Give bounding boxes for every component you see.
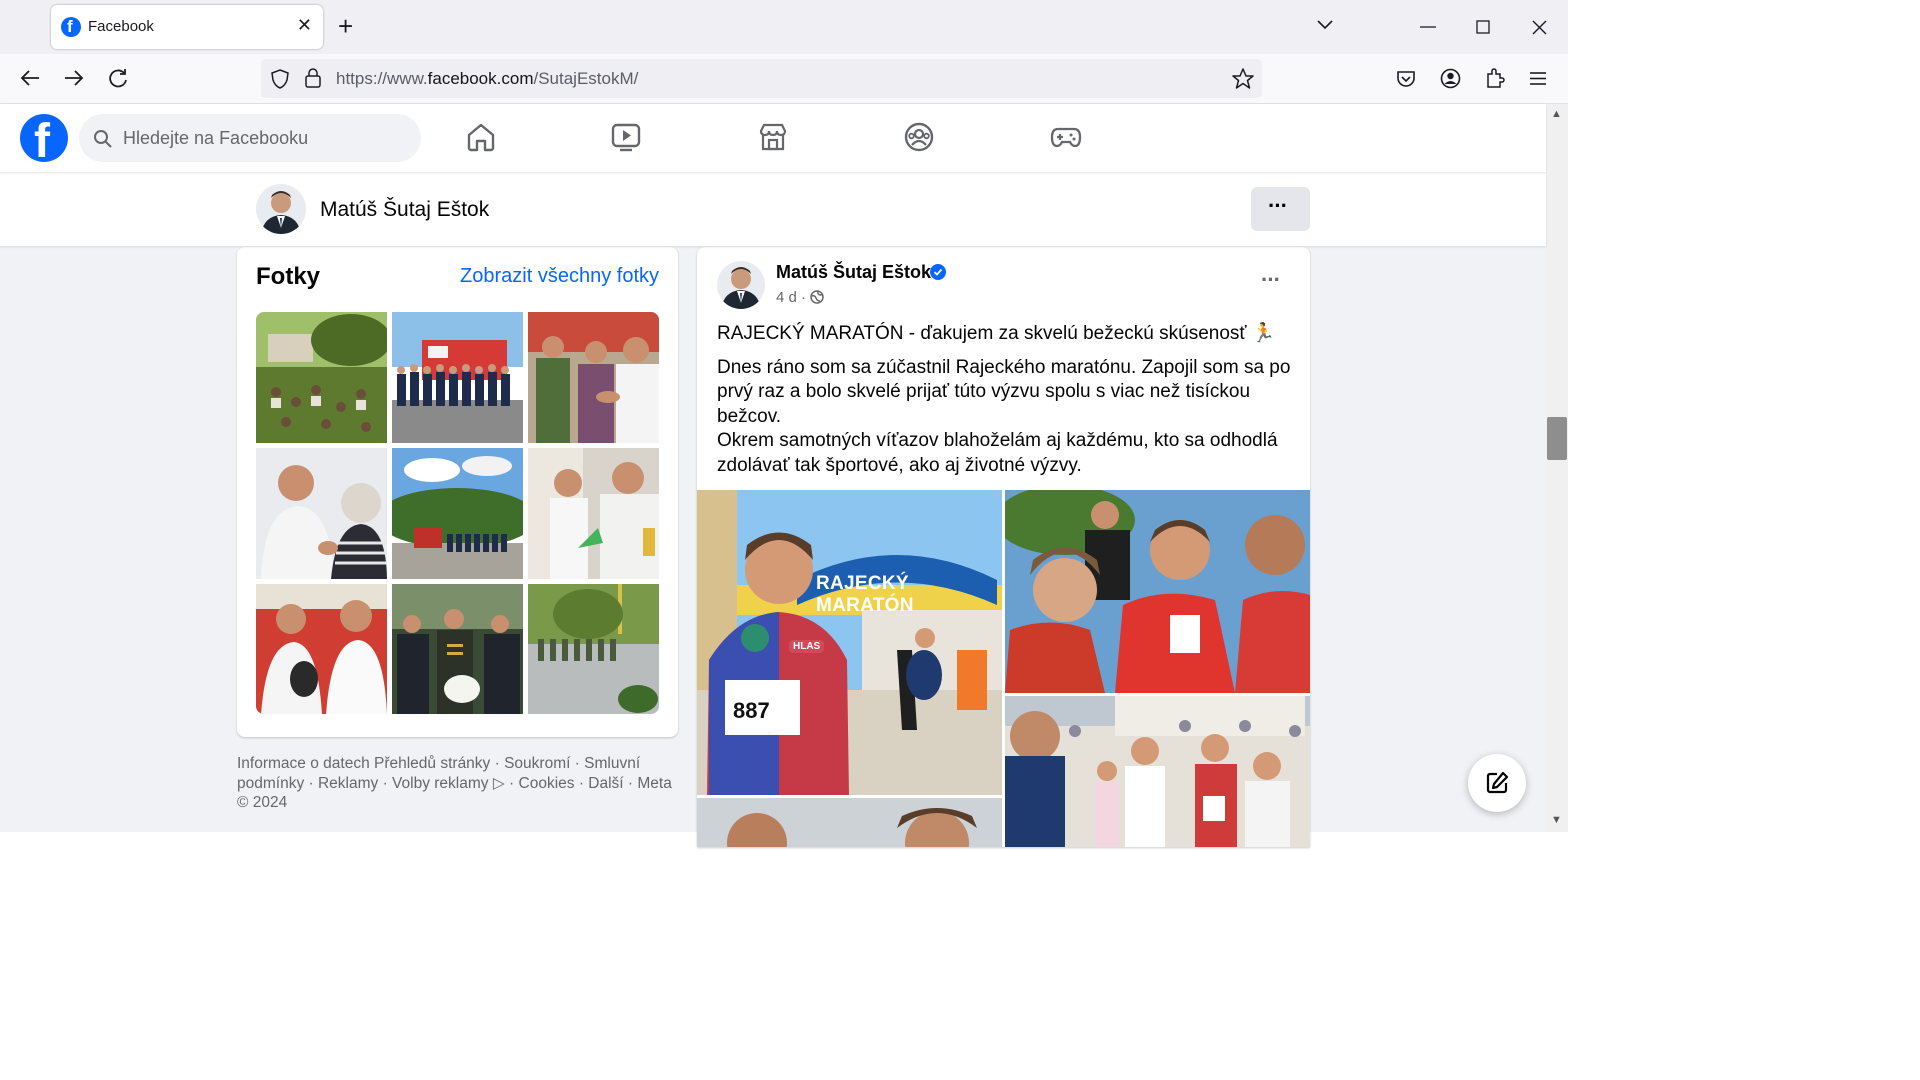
account-icon[interactable] [1440, 68, 1461, 89]
window-close-icon[interactable] [1532, 20, 1547, 35]
menu-icon[interactable] [1529, 71, 1547, 86]
browser-tab[interactable]: f Facebook ✕ [51, 5, 323, 49]
facebook-logo-icon[interactable]: f [20, 114, 68, 168]
post-title-line: RAJECKÝ MARATÓN - ďakujem za skvelú beže… [717, 323, 1276, 344]
post-paragraph: Okrem samotných víťazov blahoželám aj ka… [717, 430, 1278, 476]
minimize-icon[interactable] [1420, 26, 1436, 28]
gaming-icon[interactable] [1050, 122, 1082, 152]
post-more-button[interactable]: ··· [1261, 267, 1281, 293]
bib-number: 887 [733, 698, 770, 723]
search-input[interactable] [123, 114, 413, 162]
tracking-shield-icon[interactable] [271, 69, 289, 89]
back-icon[interactable] [20, 69, 40, 87]
search-box[interactable] [79, 114, 421, 162]
url-text[interactable]: https://www.facebook.com/SutajEstokM/ [336, 69, 638, 89]
photo-thumbnail[interactable] [256, 448, 387, 579]
post-photo[interactable]: RAJECKÝ MARATÓN HLAS 887 [697, 490, 1002, 795]
page-title[interactable]: Matúš Šutaj Eštok [320, 198, 489, 222]
address-bar[interactable]: https://www.facebook.com/SutajEstokM/ [261, 59, 1262, 98]
post-text: RAJECKÝ MARATÓN - ďakujem za skvelú beže… [717, 322, 1297, 478]
bookmark-star-icon[interactable] [1232, 68, 1254, 89]
groups-icon[interactable] [904, 122, 934, 152]
video-icon[interactable] [611, 122, 641, 152]
photo-thumbnail[interactable] [256, 584, 387, 714]
search-icon [94, 130, 112, 148]
forward-icon[interactable] [64, 69, 84, 87]
photo-thumbnail[interactable] [392, 448, 523, 579]
race-banner-text: RAJECKÝ MARATÓN [816, 573, 914, 616]
photo-thumbnail[interactable] [528, 312, 659, 443]
photo-grid [256, 312, 659, 714]
post-timestamp[interactable]: 4 d · [776, 289, 824, 306]
lock-icon[interactable] [305, 68, 321, 88]
avatar[interactable] [256, 184, 306, 234]
browser-tab-bar: f Facebook ✕ + [0, 0, 1568, 54]
tab-close-icon[interactable]: ✕ [297, 15, 312, 36]
tab-title: Facebook [88, 18, 154, 35]
new-tab-icon[interactable]: + [338, 12, 353, 40]
photo-thumbnail[interactable] [528, 448, 659, 579]
photo-thumbnail[interactable] [256, 312, 387, 443]
reload-icon[interactable] [108, 68, 128, 88]
footer-links[interactable]: Informace o datech Přehledů stránky · So… [237, 754, 677, 813]
see-all-photos-link[interactable]: Zobrazit všechny fotky [460, 265, 659, 288]
globe-icon [810, 290, 824, 304]
scroll-up-icon[interactable]: ▲ [1551, 108, 1562, 120]
scrollbar-thumb[interactable] [1547, 417, 1567, 460]
post-photo[interactable] [1005, 490, 1310, 693]
photos-title: Fotky [256, 263, 321, 290]
page-scrollbar[interactable]: ▲ ▼ [1546, 104, 1568, 832]
marketplace-icon[interactable] [758, 122, 788, 152]
browser-toolbar: https://www.facebook.com/SutajEstokM/ [0, 54, 1568, 104]
post-photo[interactable] [1005, 696, 1310, 847]
verified-badge-icon [930, 264, 946, 280]
post-author-name[interactable]: Matúš Šutaj Eštok [776, 262, 931, 283]
photo-thumbnail[interactable] [528, 584, 659, 714]
post-photo[interactable] [697, 798, 1002, 847]
facebook-header: f [0, 104, 1546, 172]
post-card: Matúš Šutaj Eštok 4 d · ··· RAJECKÝ MARA… [697, 247, 1310, 847]
shirt-brand: HLAS [789, 640, 825, 653]
post-author-avatar[interactable] [717, 261, 765, 309]
photo-thumbnail[interactable] [392, 584, 523, 714]
photos-card: Fotky Zobrazit všechny fotky [237, 247, 678, 737]
new-message-button[interactable] [1468, 754, 1526, 812]
extensions-icon[interactable] [1485, 67, 1505, 89]
more-options-button[interactable]: ··· [1251, 187, 1310, 231]
post-paragraph: Dnes ráno som sa zúčastnil Rajeckého mar… [717, 356, 1291, 427]
compose-icon [1486, 771, 1509, 794]
home-icon[interactable] [466, 122, 496, 152]
facebook-favicon-icon: f [61, 17, 81, 37]
tab-list-chevron-icon[interactable] [1316, 19, 1334, 31]
profile-sticky-bar: Matúš Šutaj Eštok ··· [0, 172, 1546, 246]
photo-thumbnail[interactable] [392, 312, 523, 443]
maximize-icon[interactable] [1476, 20, 1490, 34]
pocket-icon[interactable] [1396, 70, 1416, 88]
scroll-down-icon[interactable]: ▼ [1551, 814, 1562, 826]
